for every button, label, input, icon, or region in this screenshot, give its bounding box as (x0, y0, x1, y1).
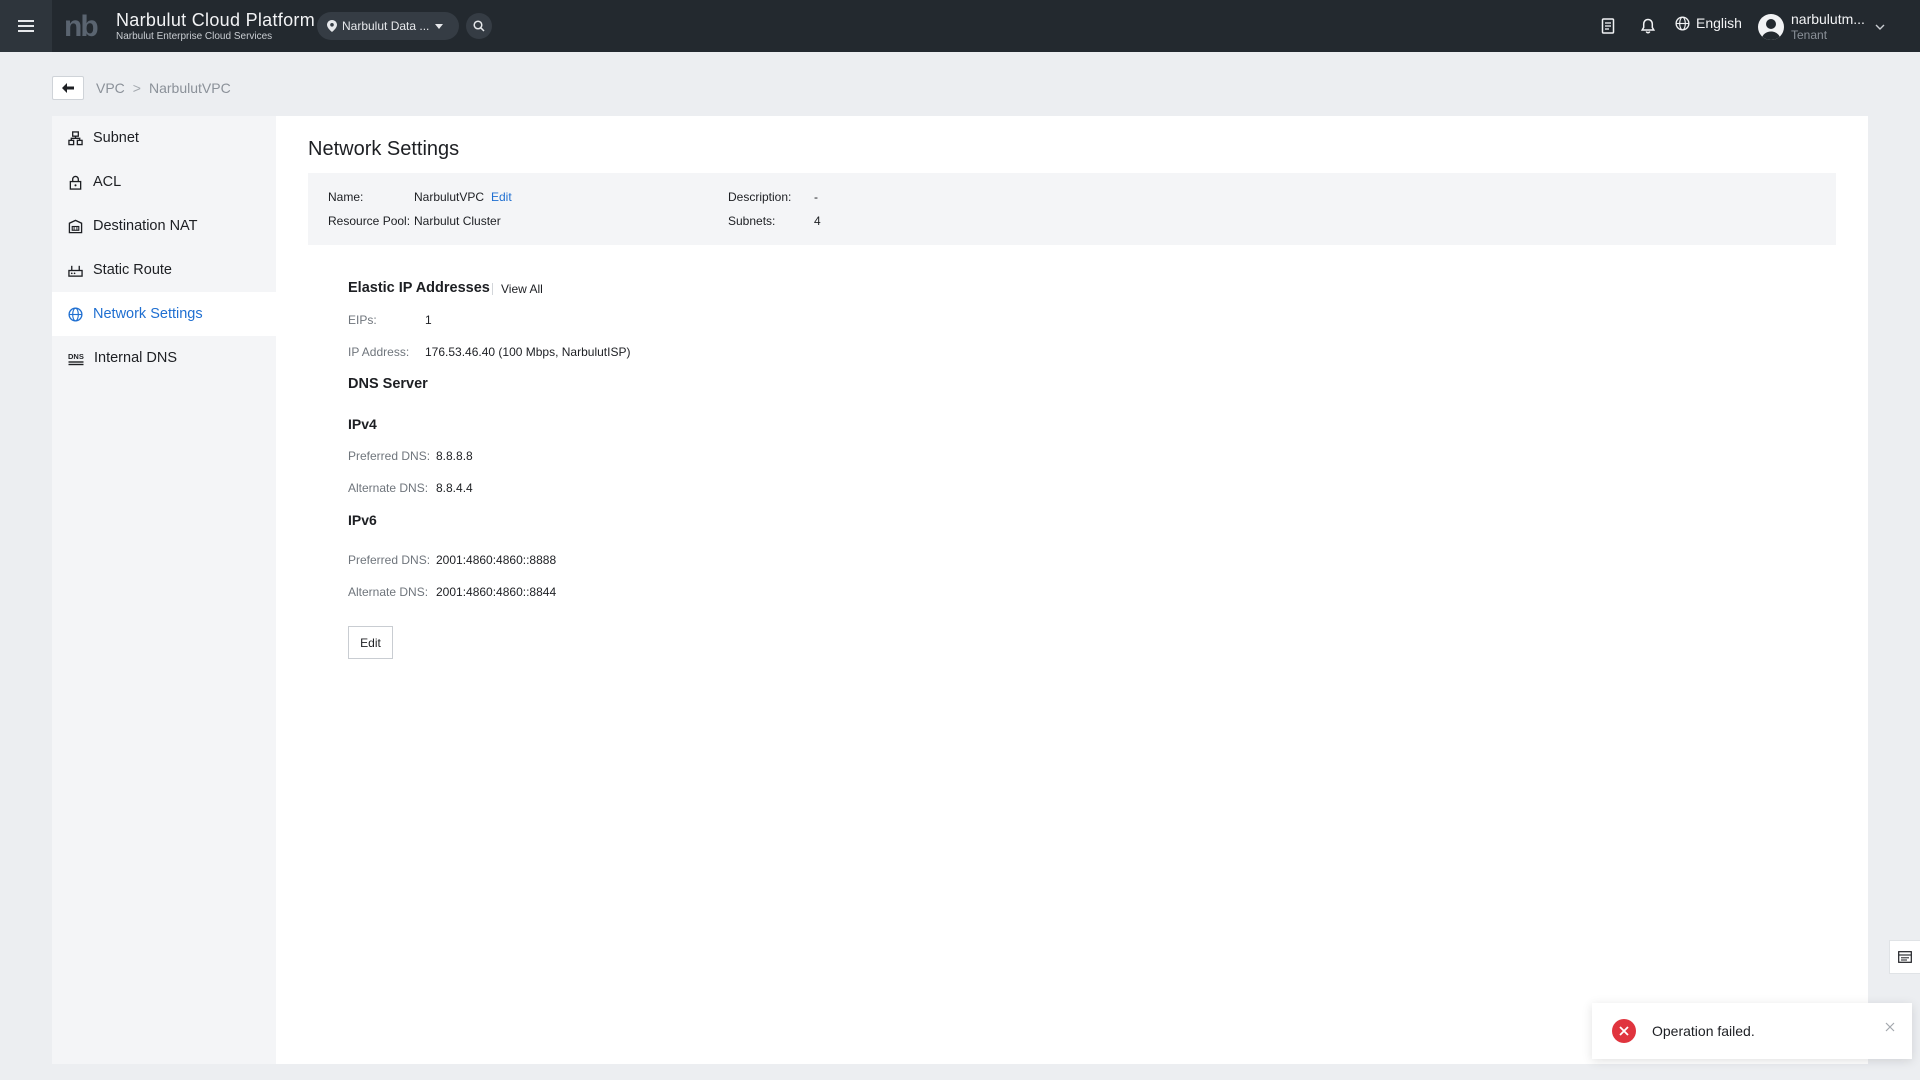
breadcrumb-current: NarbulutVPC (148, 80, 231, 96)
ipv4-alternate-dns-label: Alternate DNS: (348, 481, 429, 495)
notifications-button[interactable] (1637, 15, 1659, 37)
search-icon (473, 20, 485, 32)
resource-pool-label: Resource Pool: (328, 214, 411, 228)
language-selector[interactable]: English (1675, 15, 1742, 31)
eips-value: 1 (425, 313, 432, 327)
sidebar-item-subnet[interactable]: Subnet (52, 116, 276, 160)
bell-icon (1641, 18, 1655, 34)
user-name: narbulutm... (1791, 11, 1865, 27)
name-label: Name: (328, 190, 364, 204)
nat-icon (68, 219, 83, 233)
ipv4-preferred-dns-value: 8.8.8.8 (436, 449, 473, 463)
edit-dns-button[interactable]: Edit (348, 626, 393, 659)
subnets-label: Subnets: (728, 214, 776, 228)
breadcrumb-vpc[interactable]: VPC (96, 80, 125, 96)
dns-section-title: DNS Server (348, 376, 428, 392)
back-button[interactable] (52, 76, 84, 100)
main-panel: Network Settings Name: NarbulutVPC Edit … (276, 116, 1868, 1064)
ipv4-alternate-dns-value: 8.8.4.4 (436, 481, 473, 495)
ip-address-value: 176.53.46.40 (100 Mbps, NarbulutISP) (425, 345, 631, 359)
divider (492, 283, 493, 295)
brand-logo: nb (64, 12, 100, 40)
ipv6-title: IPv6 (348, 512, 377, 528)
sidebar-item-label: ACL (93, 174, 122, 190)
sidebar-item-label: Network Settings (93, 306, 203, 322)
ipv6-preferred-dns-label: Preferred DNS: (348, 553, 431, 567)
error-icon (1612, 1019, 1636, 1043)
breadcrumb: VPC > NarbulutVPC (96, 80, 231, 96)
sidebar-item-acl[interactable]: ACL (52, 160, 276, 204)
subnets-value: 4 (814, 214, 821, 228)
ipv4-preferred-dns-label: Preferred DNS: (348, 449, 431, 463)
ipv6-preferred-dns-value: 2001:4860:4860::8888 (436, 553, 557, 567)
sidebar-item-static-route[interactable]: Static Route (52, 248, 276, 292)
sidebar-item-label: Destination NAT (93, 218, 198, 234)
svg-text:DNS: DNS (68, 352, 84, 361)
globe-icon (68, 306, 83, 322)
sidebar-item-label: Internal DNS (94, 350, 178, 366)
ipv4-title: IPv4 (348, 416, 377, 432)
dns-icon: DNS (68, 352, 84, 365)
document-button[interactable] (1597, 15, 1619, 37)
sidebar-item-destination-nat[interactable]: Destination NAT (52, 204, 276, 248)
document-icon (1601, 18, 1615, 34)
globe-icon (1675, 15, 1690, 31)
page-title: Network Settings (308, 138, 460, 160)
side-panel-toggle[interactable] (1889, 940, 1920, 974)
close-icon[interactable] (1884, 1021, 1896, 1033)
eip-section-title: Elastic IP Addresses (348, 280, 490, 296)
sidebar-item-internal-dns[interactable]: DNS Internal DNS (52, 336, 276, 380)
subnet-icon (68, 130, 83, 145)
user-role: Tenant (1791, 28, 1828, 42)
description-label: Description: (728, 190, 792, 204)
chevron-down-icon (1875, 24, 1885, 30)
name-value: NarbulutVPC (414, 190, 485, 204)
top-bar: nb Narbulut Cloud Platform Narbulut Ente… (0, 0, 1920, 52)
location-pin-icon (327, 20, 337, 32)
language-label: English (1696, 15, 1742, 31)
sidebar-item-label: Static Route (93, 262, 172, 278)
menu-button[interactable] (0, 0, 52, 52)
region-selector[interactable]: Narbulut Data ... (317, 12, 459, 40)
sidebar-item-label: Subnet (93, 130, 139, 146)
toast-message: Operation failed. (1652, 1023, 1755, 1039)
chevron-down-icon (435, 23, 444, 29)
resource-pool-value: Narbulut Cluster (414, 214, 501, 228)
list-panel-icon (1898, 951, 1912, 963)
error-toast: Operation failed. (1592, 1003, 1912, 1059)
vpc-info-panel: Name: NarbulutVPC Edit Resource Pool: Na… (308, 173, 1836, 245)
edit-name-link[interactable]: Edit (491, 190, 512, 204)
sidebar-item-network-settings[interactable]: Network Settings (52, 292, 276, 336)
eips-label: EIPs: (348, 313, 377, 327)
router-icon (68, 265, 83, 277)
breadcrumb-separator: > (132, 80, 141, 96)
region-label: Narbulut Data ... (342, 19, 430, 33)
arrow-left-icon (62, 83, 74, 93)
view-all-eips-link[interactable]: View All (501, 282, 543, 296)
description-value: - (814, 190, 818, 204)
sidebar: Subnet ACL Destination NAT Static Route … (52, 116, 276, 1064)
ipv6-alternate-dns-value: 2001:4860:4860::8844 (436, 585, 557, 599)
search-button[interactable] (466, 13, 492, 39)
menu-icon (18, 20, 34, 32)
user-menu[interactable]: narbulutm... Tenant (1758, 9, 1885, 45)
ipv6-alternate-dns-label: Alternate DNS: (348, 585, 429, 599)
svg-text:nb: nb (64, 12, 98, 40)
lock-icon (69, 175, 82, 190)
ip-address-label: IP Address: (348, 345, 410, 359)
app-subtitle: Narbulut Enterprise Cloud Services (116, 31, 273, 42)
app-title: Narbulut Cloud Platform (116, 10, 315, 30)
user-avatar-icon (1758, 14, 1784, 40)
